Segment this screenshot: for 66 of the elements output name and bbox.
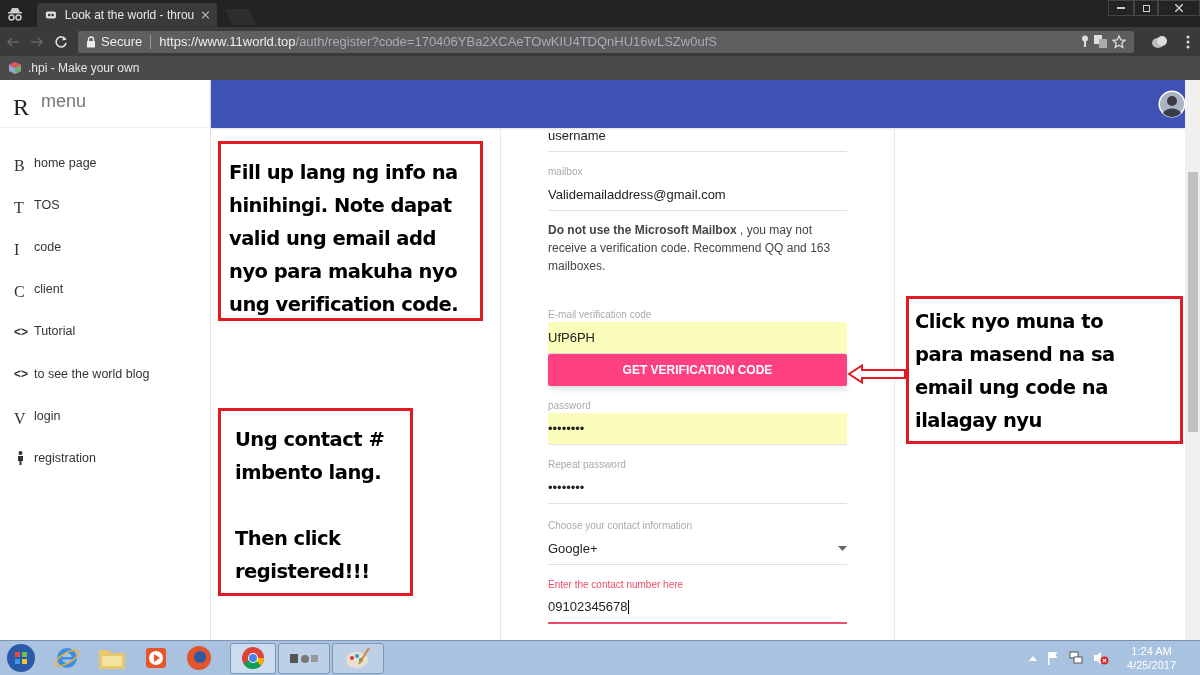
- menu-item[interactable]: C client: [0, 268, 210, 311]
- annotation-note: Ung contact # imbento lang. Then click registered!!!: [218, 408, 413, 596]
- menu-glyph: <>: [14, 366, 26, 384]
- menu-item[interactable]: <> to see the world blog: [0, 352, 210, 396]
- caret-icon: [838, 546, 847, 551]
- browser-tab[interactable]: Look at the world - throu: [37, 3, 217, 27]
- bookmark-link[interactable]: .hpi - Make your own: [28, 59, 140, 77]
- url-text: https://www.11world.top/auth/register?code=170406YBa2XCAeTOwKIU4TDQnHU16wLSZw0ufS: [159, 32, 717, 51]
- key-icon: [1081, 35, 1089, 48]
- menu-glyph: I: [14, 239, 21, 260]
- restore-button[interactable]: [1134, 0, 1158, 16]
- input-field[interactable]: ••••••••: [548, 413, 847, 445]
- close-icon: [1175, 4, 1183, 12]
- contact-select[interactable]: Google+: [548, 533, 847, 565]
- minimize-button[interactable]: [1108, 0, 1134, 16]
- logo-letter: R: [13, 92, 29, 122]
- menu-glyph: C: [14, 282, 26, 303]
- input-field[interactable]: username: [548, 128, 847, 152]
- translate-icon[interactable]: [1094, 35, 1107, 48]
- field-label: Repeat password: [548, 458, 627, 472]
- star-icon[interactable]: [1112, 34, 1126, 49]
- incognito-icon: [7, 7, 23, 21]
- menu-item[interactable]: V login: [0, 395, 210, 438]
- menu-item[interactable]: <> Tutorial: [0, 310, 210, 353]
- input-field[interactable]: UfP6PH: [548, 322, 847, 354]
- menu-item[interactable]: B home page: [0, 142, 210, 185]
- arrow-icon: [848, 364, 906, 384]
- tab-title: Look at the world - throu: [64, 7, 195, 24]
- person-icon: [16, 451, 24, 466]
- menu-item[interactable]: I code: [0, 226, 210, 269]
- field-label: E-mail verification code: [548, 308, 653, 322]
- menu-item[interactable]: T TOS: [0, 184, 210, 227]
- menu-glyph: V: [14, 408, 26, 429]
- firefox-icon[interactable]: [186, 645, 212, 671]
- lock-icon: [86, 35, 96, 48]
- reload-icon[interactable]: [54, 34, 68, 49]
- extension-icon[interactable]: [1152, 34, 1168, 49]
- input-field[interactable]: 09102345678: [548, 592, 847, 624]
- media-player-icon[interactable]: [144, 646, 168, 670]
- field-label: Choose your contact information: [548, 519, 693, 533]
- start-button[interactable]: [6, 643, 36, 673]
- menu-title: menu: [41, 90, 87, 113]
- cube-icon: [8, 61, 22, 75]
- network-icon[interactable]: [1069, 651, 1084, 665]
- annotation-note: Click nyo muna to para masend na sa email ung code na ilalagay nyu: [906, 296, 1183, 444]
- menu-glyph: T: [14, 197, 25, 218]
- address-bar[interactable]: Secure https://www.11world.top/auth/register?code=170406YBa2XCAeTOwKIU4TDQnHU16wLSZw0ufS: [78, 30, 1134, 53]
- chrome-icon: [241, 646, 265, 670]
- input-field[interactable]: Validemailaddress@gmail.com: [548, 179, 847, 211]
- volume-muted-icon[interactable]: [1093, 651, 1110, 665]
- field-label: Enter the contact number here: [548, 578, 685, 592]
- site-favicon-icon: [45, 9, 57, 21]
- field-label: password: [548, 399, 592, 413]
- close-icon[interactable]: [202, 11, 209, 19]
- input-field[interactable]: ••••••••: [548, 472, 847, 504]
- menu-glyph: <>: [14, 323, 26, 341]
- secure-label: Secure: [101, 32, 143, 51]
- menu-glyph: B: [14, 155, 26, 176]
- menu-icon[interactable]: [1186, 34, 1190, 49]
- close-window-button[interactable]: [1158, 0, 1200, 16]
- notice-text: Do not use the Microsoft Mailbox , you may not receive a verification code. Recommend QQ and 163 mailboxes.: [548, 222, 832, 275]
- field-label: mailbox: [548, 165, 584, 179]
- avatar-icon[interactable]: [1158, 90, 1186, 118]
- annotation-note: Fill up lang ng info na hinihingi. Note dapat valid ung email add nyo para makuha nyo ung verification code.: [218, 141, 483, 321]
- paint-palette-icon: [345, 646, 371, 670]
- menu-item[interactable]: registration: [0, 437, 210, 480]
